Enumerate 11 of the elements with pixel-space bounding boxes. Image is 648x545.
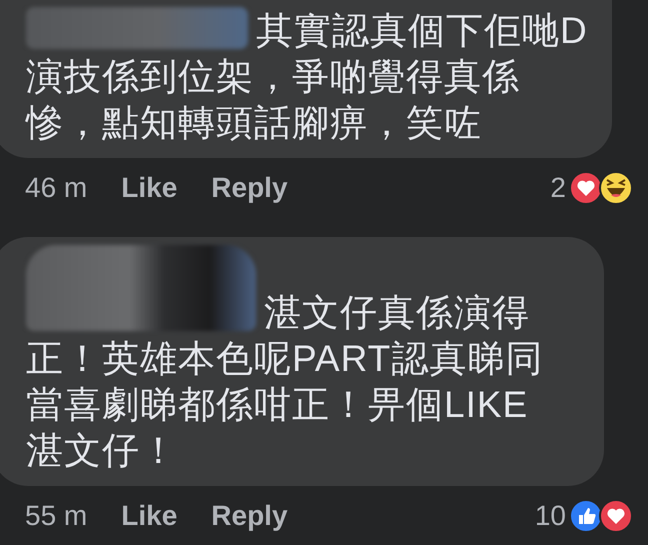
action-link[interactable]: Like (121, 500, 178, 532)
reaction-count: 2 (550, 172, 566, 204)
comment-text: 湛文仔真係演得正！英雄本色呢PART認真睇同當喜劇睇都係咁正！畀個LIKE湛文仔！ (26, 292, 544, 471)
action-link[interactable]: Reply (211, 172, 288, 204)
timestamp: 55 m (25, 500, 88, 532)
reaction-count: 10 (534, 500, 566, 532)
laughing-face-icon (598, 170, 634, 206)
timestamp: 46 m (25, 172, 88, 204)
action-link[interactable]: Reply (211, 500, 288, 532)
comment-text: 其實認真個下佢哋D演技係到位架，爭啲覺得真係慘，點知轉頭話腳痹，笑咗 (26, 10, 588, 143)
action-link[interactable]: Like (121, 172, 178, 204)
